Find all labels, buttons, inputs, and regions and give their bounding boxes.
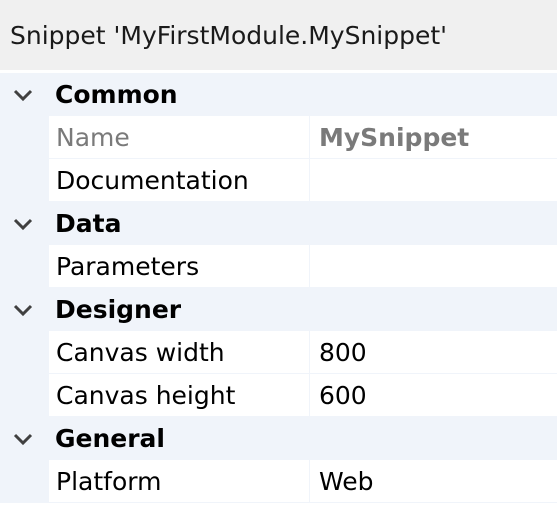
chevron-down-icon[interactable] bbox=[0, 202, 46, 245]
property-row-platform[interactable]: Platform Web bbox=[0, 460, 557, 503]
property-row-documentation[interactable]: Documentation bbox=[0, 159, 557, 202]
properties-panel: Snippet 'MyFirstModule.MySnippet' Common… bbox=[0, 0, 557, 510]
property-name: Canvas height bbox=[49, 374, 310, 417]
property-row-canvas-height[interactable]: Canvas height 600 bbox=[0, 374, 557, 417]
category-label: Data bbox=[55, 209, 122, 238]
property-name: Documentation bbox=[49, 159, 310, 202]
category-label: Designer bbox=[55, 295, 182, 324]
property-value-field[interactable]: Web bbox=[310, 460, 557, 503]
property-value-field[interactable] bbox=[310, 245, 557, 288]
property-row-name[interactable]: Name MySnippet bbox=[0, 116, 557, 159]
chevron-down-icon[interactable] bbox=[0, 417, 46, 460]
category-common[interactable]: Common bbox=[0, 73, 557, 116]
property-grid: Common Name MySnippet Documentation Data… bbox=[0, 73, 557, 503]
property-row-canvas-width[interactable]: Canvas width 800 bbox=[0, 331, 557, 374]
property-value-field[interactable]: 800 bbox=[310, 331, 557, 374]
property-name: Parameters bbox=[49, 245, 310, 288]
chevron-down-icon[interactable] bbox=[0, 288, 46, 331]
row-gutter bbox=[0, 116, 49, 159]
chevron-down-icon[interactable] bbox=[0, 73, 46, 116]
property-name: Canvas width bbox=[49, 331, 310, 374]
category-general[interactable]: General bbox=[0, 417, 557, 460]
category-label: Common bbox=[55, 80, 178, 109]
row-gutter bbox=[0, 245, 49, 288]
property-value-field[interactable]: 600 bbox=[310, 374, 557, 417]
property-row-parameters[interactable]: Parameters bbox=[0, 245, 557, 288]
row-gutter bbox=[0, 159, 49, 202]
category-data[interactable]: Data bbox=[0, 202, 557, 245]
property-value-field[interactable] bbox=[310, 159, 557, 202]
row-gutter bbox=[0, 331, 49, 374]
panel-title: Snippet 'MyFirstModule.MySnippet' bbox=[0, 0, 557, 70]
property-name: Platform bbox=[49, 460, 310, 503]
property-name: Name bbox=[49, 116, 310, 159]
property-value: MySnippet bbox=[310, 116, 557, 159]
row-gutter bbox=[0, 374, 49, 417]
category-designer[interactable]: Designer bbox=[0, 288, 557, 331]
row-gutter bbox=[0, 460, 49, 503]
category-label: General bbox=[55, 424, 165, 453]
